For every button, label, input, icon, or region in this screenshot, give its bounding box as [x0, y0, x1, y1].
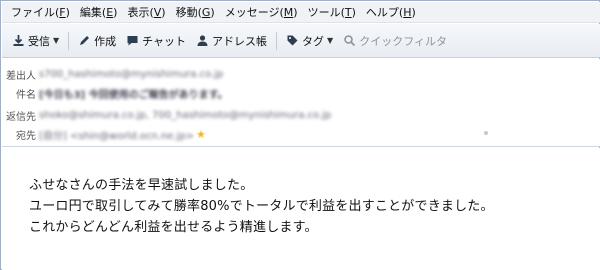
from-address[interactable]: s700_hashimoto@mynishimura.co.jp: [39, 69, 223, 80]
download-icon: [12, 34, 25, 47]
chevron-down-icon[interactable]: ▼: [53, 36, 59, 45]
subject-row: 件名 [今日も3] 今回使用のご報告があります。: [2, 84, 228, 102]
person-icon: [196, 34, 209, 47]
menubar: ファイル(F) 編集(E) 表示(V) 移動(G) メッセージ(M) ツール(T…: [2, 2, 600, 23]
tag-label: タグ: [302, 34, 325, 48]
menu-help[interactable]: ヘルプ(H): [361, 4, 421, 20]
compose-button[interactable]: 作成: [73, 30, 121, 52]
compose-label: 作成: [94, 34, 117, 48]
menu-go[interactable]: 移動(G): [171, 4, 220, 20]
receive-label: 受信: [28, 34, 50, 48]
mail-window: ファイル(F) 編集(E) 表示(V) 移動(G) メッセージ(M) ツール(T…: [0, 0, 600, 270]
menu-tools[interactable]: ツール(T): [303, 4, 361, 20]
pencil-icon: [78, 34, 91, 47]
to-row: 宛先 [自分] <shin@world.ocn.ne.jp> ★: [2, 125, 206, 143]
to-label: 宛先: [16, 130, 36, 142]
replyto-label: 返信先: [6, 111, 36, 123]
chat-bubble-icon: [126, 34, 139, 47]
subject-label: 件名: [16, 89, 36, 101]
toolbar: 受信 ▼ 作成 チャット アドレス帳 タグ ▼ クイックフィルタ: [2, 24, 600, 58]
menu-file[interactable]: ファイル(F): [6, 4, 75, 20]
message-header-pane: 差出人 s700_hashimoto@mynishimura.co.jp 件名 …: [2, 59, 600, 147]
addressbook-label: アドレス帳: [212, 34, 268, 48]
toolbar-separator: [68, 31, 70, 50]
menu-edit[interactable]: 編集(E): [75, 4, 123, 20]
quickfilter-label: クイックフィルタ: [359, 34, 447, 48]
toolbar-separator: [276, 31, 278, 50]
search-icon: [343, 34, 356, 47]
replyto-row: 返信先 shoko@shimura.co.jp, 700_hashimoto@m…: [2, 106, 331, 124]
quickfilter-button[interactable]: クイックフィルタ: [338, 30, 452, 52]
tag-icon: [286, 34, 299, 47]
body-line: ユーロ円で取引してみて勝率80%でトータルで利益を出すことができました。: [29, 199, 494, 214]
chat-label: チャット: [142, 34, 187, 48]
from-row: 差出人 s700_hashimoto@mynishimura.co.jp: [2, 65, 223, 83]
addressbook-button[interactable]: アドレス帳: [191, 30, 272, 52]
replyto-address[interactable]: shoko@shimura.co.jp, 700_hashimoto@mynis…: [39, 110, 331, 121]
chat-button[interactable]: チャット: [121, 30, 191, 52]
message-body: ふせなさんの手法を早速試しました。 ユーロ円で取引してみて勝率80%でトータルで…: [2, 148, 600, 270]
body-line: ふせなさんの手法を早速試しました。: [29, 178, 254, 193]
star-icon[interactable]: ★: [196, 128, 206, 141]
tag-button[interactable]: タグ ▼: [281, 30, 338, 52]
subject-value: [今日も3] 今回使用のご報告があります。: [39, 89, 228, 101]
to-address[interactable]: [自分] <shin@world.ocn.ne.jp>: [39, 127, 194, 142]
from-label: 差出人: [6, 70, 36, 82]
menu-message[interactable]: メッセージ(M): [220, 4, 303, 20]
chevron-down-icon: ▼: [327, 36, 334, 45]
receive-button[interactable]: 受信 ▼: [7, 30, 64, 52]
body-line: これからどんどん利益を出せるよう精進します。: [29, 220, 318, 235]
menu-view[interactable]: 表示(V): [122, 4, 170, 20]
status-dot: [484, 131, 488, 135]
